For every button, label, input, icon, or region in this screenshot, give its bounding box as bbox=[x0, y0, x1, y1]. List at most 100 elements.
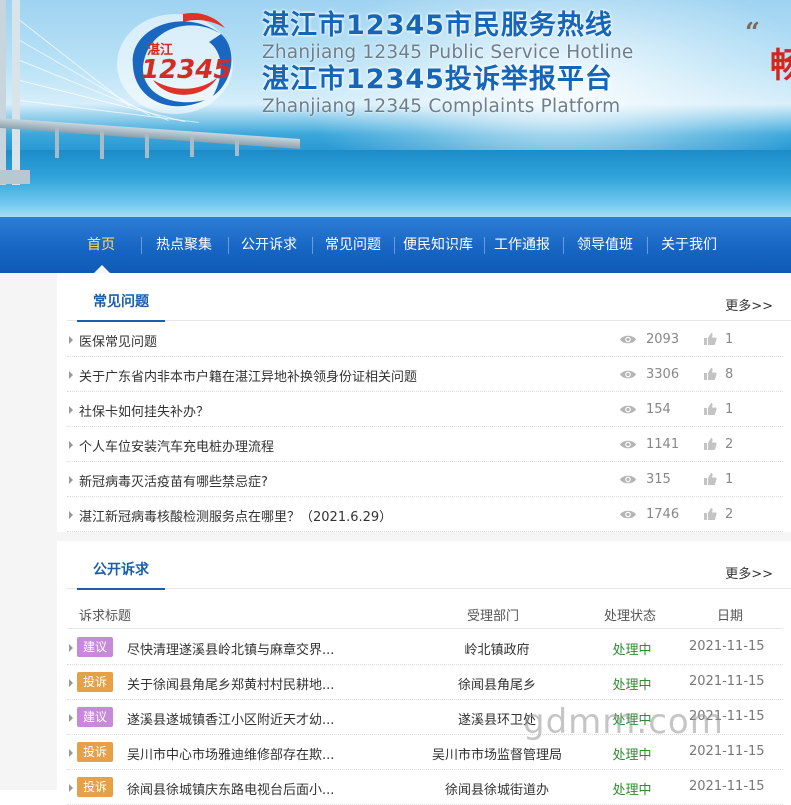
request-title-link[interactable]: 尽快清理遂溪县岭北镇与麻章交界... bbox=[127, 639, 334, 658]
request-type-badge: 投诉 bbox=[77, 672, 113, 692]
col-dept: 受理部门 bbox=[467, 609, 520, 624]
nav-knowledge-base[interactable]: 便民知识库 bbox=[396, 217, 480, 273]
view-count: 154 bbox=[646, 402, 671, 417]
thumbs-up-icon[interactable] bbox=[703, 472, 717, 486]
nav-work-reports[interactable]: 工作通报 bbox=[486, 217, 558, 273]
faq-row[interactable]: 个人车位安装汽车充电桩办理流程 1141 2 bbox=[67, 427, 783, 462]
active-indicator-caret bbox=[94, 265, 110, 273]
faq-row[interactable]: 医保常见问题 2093 1 bbox=[67, 322, 783, 357]
col-title: 诉求标题 bbox=[79, 609, 132, 624]
faq-question-link[interactable]: 医保常见问题 bbox=[79, 331, 157, 350]
nav-leader-duty[interactable]: 领导值班 bbox=[569, 217, 641, 273]
nav-divider bbox=[312, 237, 313, 254]
nav-about-us[interactable]: 关于我们 bbox=[653, 217, 725, 273]
thumbs-up-icon[interactable] bbox=[703, 367, 717, 381]
triangle-bullet-icon bbox=[69, 714, 73, 722]
faq-question-link[interactable]: 湛江新冠病毒核酸检测服务点在哪里？（2021.6.29） bbox=[79, 506, 392, 525]
like-count: 8 bbox=[725, 367, 734, 382]
like-count: 1 bbox=[725, 332, 734, 347]
faq-more-link[interactable]: 更多>> bbox=[725, 295, 773, 314]
header-banner: 湛江 12345 湛江市12345市民服务热线 Zhanjiang 12345 … bbox=[0, 0, 791, 217]
request-department: 徐闻县徐城街道办 bbox=[444, 783, 549, 798]
faq-section-title[interactable]: 常见问题 bbox=[77, 291, 165, 322]
title-en-complaints: Zhanjiang 12345 Complaints Platform bbox=[262, 96, 621, 117]
nav-divider bbox=[228, 237, 229, 254]
eye-icon bbox=[620, 405, 636, 414]
request-type-badge: 建议 bbox=[77, 637, 113, 657]
faq-row[interactable]: 湛江新冠病毒核酸检测服务点在哪里？（2021.6.29） 1746 2 bbox=[67, 497, 783, 532]
eye-icon bbox=[620, 440, 636, 449]
request-date: 2021-11-15 bbox=[689, 639, 765, 654]
quote-icon: “ bbox=[745, 18, 760, 48]
public-header: 公开诉求 更多>> bbox=[67, 541, 791, 590]
thumbs-up-icon[interactable] bbox=[703, 332, 717, 346]
thumbs-up-icon[interactable] bbox=[703, 437, 717, 451]
request-type-badge: 建议 bbox=[77, 707, 113, 727]
watermark: gdmm.com bbox=[523, 702, 724, 742]
eye-icon bbox=[620, 335, 636, 344]
triangle-bullet-icon bbox=[69, 784, 73, 792]
hotline-logo: 湛江 12345 bbox=[117, 12, 233, 114]
request-status: 处理中 bbox=[612, 748, 652, 763]
triangle-bullet-icon bbox=[69, 476, 73, 484]
col-status: 处理状态 bbox=[604, 609, 657, 624]
request-department: 岭北镇政府 bbox=[464, 643, 530, 658]
faq-header: 常见问题 更多>> bbox=[67, 273, 791, 322]
like-count: 2 bbox=[725, 507, 734, 522]
request-title-link[interactable]: 遂溪县遂城镇香江小区附近天才幼... bbox=[127, 709, 334, 728]
public-section-title[interactable]: 公开诉求 bbox=[77, 559, 165, 590]
faq-question-link[interactable]: 新冠病毒灭活疫苗有哪些禁忌症? bbox=[79, 471, 268, 490]
nav-divider bbox=[394, 237, 395, 254]
triangle-bullet-icon bbox=[69, 749, 73, 757]
faq-question-link[interactable]: 社保卡如何挂失补办？ bbox=[79, 401, 209, 420]
table-row[interactable]: 投诉 关于徐闻县角尾乡郑黄村村民耕地... 徐闻县角尾乡 处理中 2021-11-15 bbox=[67, 665, 783, 700]
request-status: 处理中 bbox=[612, 643, 652, 658]
public-more-link[interactable]: 更多>> bbox=[725, 563, 773, 582]
thumbs-up-icon[interactable] bbox=[703, 402, 717, 416]
eye-icon bbox=[620, 510, 636, 519]
like-count: 1 bbox=[725, 472, 734, 487]
site-title: 湛江市12345市民服务热线 Zhanjiang 12345 Public Se… bbox=[262, 10, 634, 118]
request-department: 吴川市市场监督管理局 bbox=[431, 748, 562, 763]
table-row[interactable]: 建议 尽快清理遂溪县岭北镇与麻章交界... 岭北镇政府 处理中 2021-11-15 bbox=[67, 630, 783, 665]
request-date: 2021-11-15 bbox=[689, 779, 765, 794]
faq-question-link[interactable]: 个人车位安装汽车充电桩办理流程 bbox=[79, 436, 274, 455]
triangle-bullet-icon bbox=[69, 511, 73, 519]
public-requests-panel: 公开诉求 更多>> 诉求标题 受理部门 处理状态 日期 建议 尽快清理遂溪县岭北镇… bbox=[57, 541, 791, 805]
like-count: 2 bbox=[725, 437, 734, 452]
svg-text:12345: 12345 bbox=[141, 55, 231, 85]
view-count: 3306 bbox=[646, 367, 680, 382]
eye-icon bbox=[620, 475, 636, 484]
request-date: 2021-11-15 bbox=[689, 744, 765, 759]
request-title-link[interactable]: 关于徐闻县角尾乡郑黄村村民耕地... bbox=[127, 674, 334, 693]
faq-row[interactable]: 关于广东省内非本市户籍在湛江异地补换领身份证相关问题 3306 8 bbox=[67, 357, 783, 392]
view-count: 315 bbox=[646, 472, 671, 487]
nav-divider bbox=[141, 237, 142, 254]
thumbs-up-icon[interactable] bbox=[703, 507, 717, 521]
triangle-bullet-icon bbox=[69, 406, 73, 414]
table-row[interactable]: 投诉 徐闻县徐城镇庆东路电视台后面小... 徐闻县徐城街道办 处理中 2021-11-1… bbox=[67, 770, 783, 805]
nav-faq[interactable]: 常见问题 bbox=[317, 217, 389, 273]
like-count: 1 bbox=[725, 402, 734, 417]
nav-divider bbox=[484, 237, 485, 254]
nav-divider bbox=[647, 237, 648, 254]
faq-row[interactable]: 新冠病毒灭活疫苗有哪些禁忌症? 315 1 bbox=[67, 462, 783, 497]
faq-question-link[interactable]: 关于广东省内非本市户籍在湛江异地补换领身份证相关问题 bbox=[79, 366, 417, 385]
col-date: 日期 bbox=[717, 609, 744, 624]
table-header: 诉求标题 受理部门 处理状态 日期 bbox=[67, 599, 783, 629]
view-count: 1141 bbox=[646, 437, 680, 452]
slogan-fragment: 畅 bbox=[770, 46, 791, 86]
view-count: 1746 bbox=[646, 507, 680, 522]
request-title-link[interactable]: 徐闻县徐城镇庆东路电视台后面小... bbox=[127, 779, 334, 798]
faq-panel: 常见问题 更多>> 医保常见问题 2093 1 关于广东省内非本市户籍在湛江异地补换领… bbox=[57, 273, 791, 532]
request-type-badge: 投诉 bbox=[77, 777, 113, 797]
nav-hot-topics[interactable]: 热点聚集 bbox=[148, 217, 220, 273]
main-nav: 首页 热点聚集 公开诉求 常见问题 便民知识库 工作通报 领导值班 关于我们 bbox=[0, 217, 791, 273]
request-date: 2021-11-15 bbox=[689, 674, 765, 689]
eye-icon bbox=[620, 370, 636, 379]
faq-row[interactable]: 社保卡如何挂失补办？ 154 1 bbox=[67, 392, 783, 427]
request-title-link[interactable]: 吴川市中心市场雅迪维修部存在欺... bbox=[127, 744, 334, 763]
triangle-bullet-icon bbox=[69, 441, 73, 449]
nav-public-requests[interactable]: 公开诉求 bbox=[233, 217, 305, 273]
triangle-bullet-icon bbox=[69, 371, 73, 379]
